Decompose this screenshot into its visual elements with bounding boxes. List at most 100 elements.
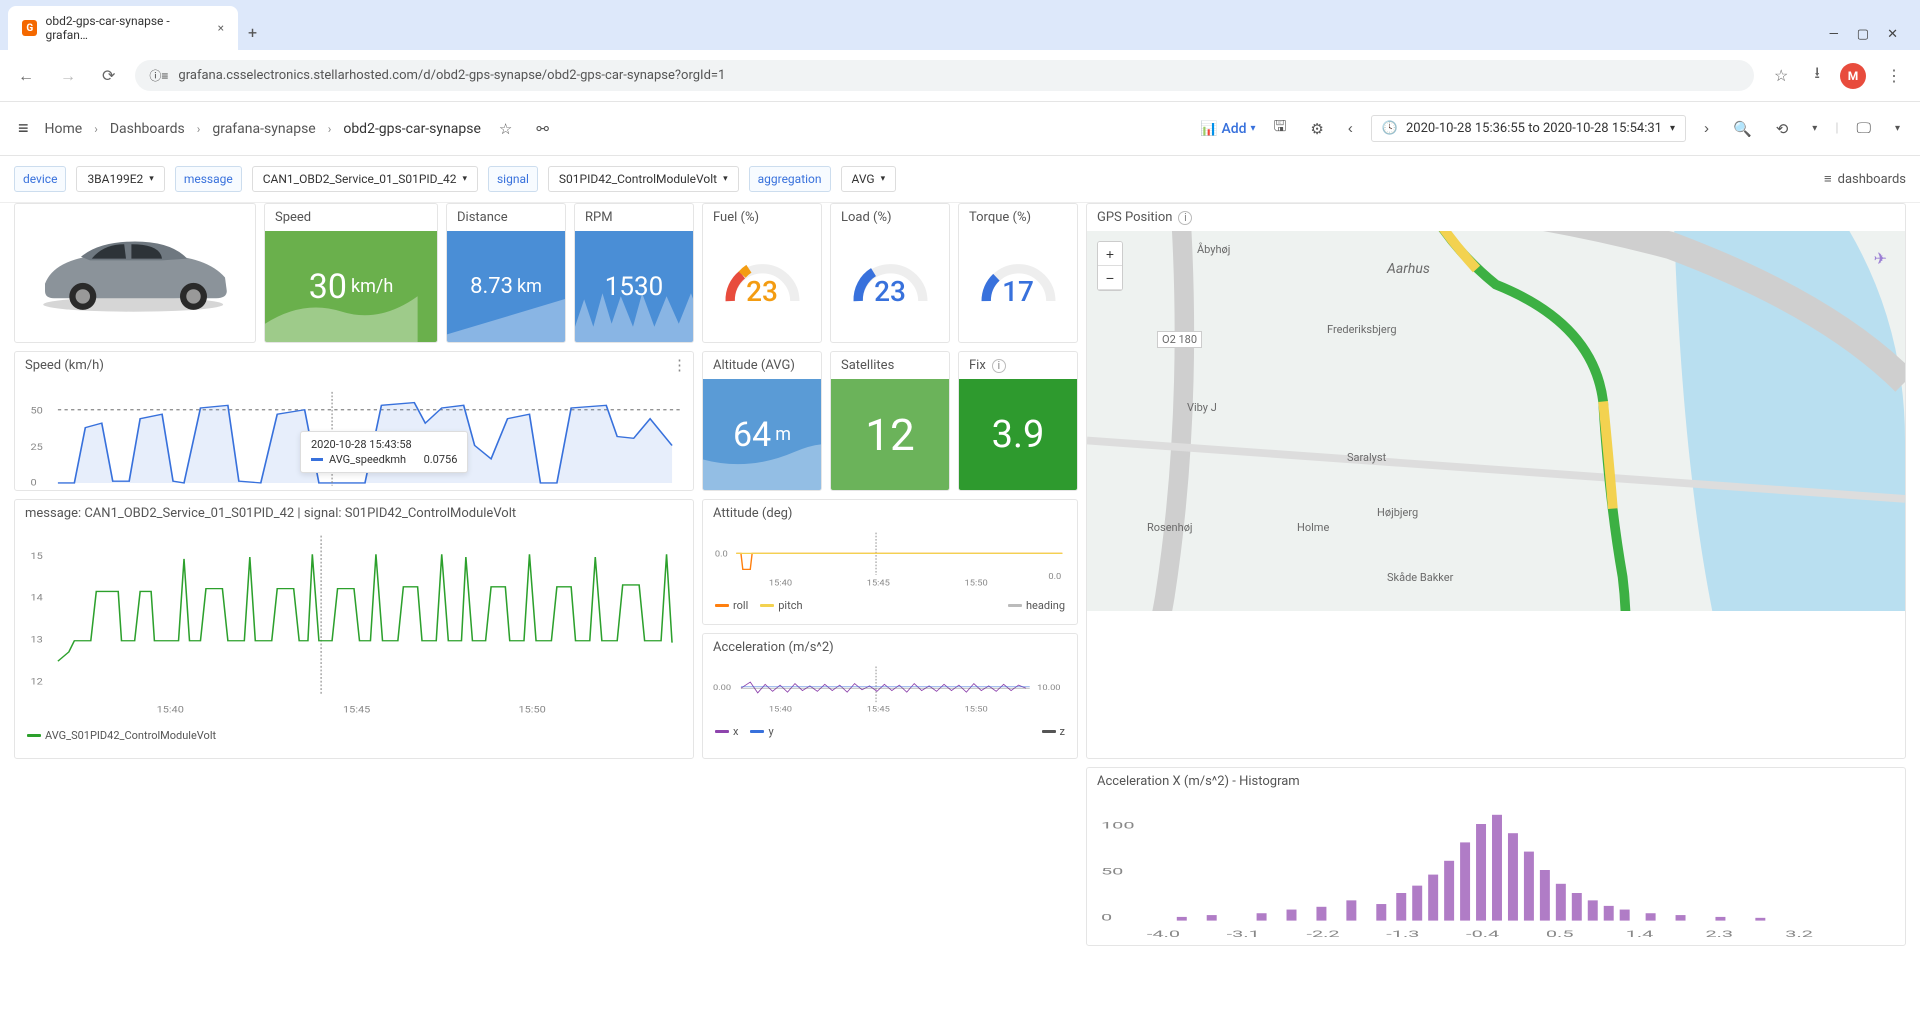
map-canvas[interactable]: + − Åbyhøj Aarhus Frederiksbjerg Viby J … [1087,231,1905,611]
panel-speed-chart[interactable]: Speed (km/h) ⋮ 0 25 50 15:40 15:45 15:50… [14,351,694,491]
url-input[interactable]: ⓘ≡ grafana.csselectronics.stellarhosted.… [135,60,1754,91]
maximize-icon[interactable]: ▢ [1857,27,1869,42]
var-device-select[interactable]: 3BA199E2▾ [76,166,164,192]
zoom-in-button[interactable]: + [1098,242,1122,266]
panel-title: Fuel (%) [703,204,821,231]
var-label-message: message [175,166,242,192]
map-zoom-control: + − [1097,241,1123,291]
chevron-icon: › [328,122,332,136]
panel-acceleration[interactable]: Acceleration (m/s^2) 0.00 10.00 15:40 15… [702,633,1078,759]
refresh-icon[interactable]: ⟲ [1770,116,1795,142]
panel-title: Attitude (deg) [703,500,1077,527]
panel-title: Fix [969,358,986,373]
panel-satellites[interactable]: Satellites 12 [830,351,950,491]
back-icon[interactable]: ← [12,62,40,90]
svg-text:15:50: 15:50 [519,490,547,491]
svg-text:15:50: 15:50 [965,579,988,587]
legend-label: z [1060,725,1065,738]
close-window-icon[interactable]: ✕ [1887,27,1898,42]
svg-text:0.00: 0.00 [713,683,731,692]
var-message-select[interactable]: CAN1_OBD2_Service_01_S01PID_42▾ [252,166,478,192]
share-button[interactable]: ⚯ [530,116,555,142]
stat-value: 3.9 [992,413,1045,457]
svg-text:12: 12 [30,677,43,687]
save-button[interactable]: 🖫 [1268,112,1293,145]
info-icon[interactable]: i [1178,211,1192,225]
map-label: Skåde Bakker [1387,571,1453,584]
time-back-icon[interactable]: ‹ [1342,116,1359,141]
zoom-out-button[interactable]: − [1098,266,1122,290]
panel-rpm[interactable]: RPM 1530 [574,203,694,343]
menu-icon[interactable]: ≡ [14,114,33,143]
crumb-home[interactable]: Home [45,121,83,137]
panel-altitude[interactable]: Altitude (AVG) 64 m [702,351,822,491]
minimize-icon[interactable]: — [1829,27,1839,42]
var-signal-select[interactable]: S01PID42_ControlModuleVolt▾ [548,166,739,192]
reload-icon[interactable]: ⟳ [96,62,121,89]
profile-avatar[interactable]: M [1840,63,1866,89]
bookmark-icon[interactable]: ☆ [1768,62,1794,89]
zoom-out-icon[interactable]: 🔍 [1727,116,1758,142]
add-panel-button[interactable]: 📊 Add ▾ [1200,121,1256,137]
svg-text:0.0: 0.0 [1048,573,1061,582]
panel-title: RPM [575,204,693,231]
tooltip-time: 2020-10-28 15:43:58 [311,438,457,451]
chevron-down-icon[interactable]: ▾ [1889,119,1906,138]
address-bar: ← → ⟳ ⓘ≡ grafana.csselectronics.stellarh… [0,50,1920,102]
airport-icon: ✈ [1874,249,1887,268]
svg-text:-0.4: -0.4 [1466,929,1500,939]
close-icon[interactable]: × [218,21,224,35]
legend-label: y [768,725,773,738]
panel-title: Speed (km/h) [15,352,693,379]
forward-icon[interactable]: → [54,62,82,90]
svg-text:15: 15 [30,552,43,562]
panel-menu-icon[interactable]: ⋮ [672,356,687,374]
crumb-page[interactable]: obd2-gps-car-synapse [343,121,481,137]
panel-fuel[interactable]: Fuel (%) 23 [702,203,822,343]
var-label-signal: signal [488,166,538,192]
browser-tab-strip: G obd2-gps-car-synapse - grafan… × + — ▢… [0,0,1920,50]
window-controls: — ▢ ✕ [1815,19,1912,50]
panel-histogram[interactable]: Acceleration X (m/s^2) - Histogram 0 50 … [1086,767,1906,946]
panel-torque[interactable]: Torque (%) 17 [958,203,1078,343]
middle-stack: Attitude (deg) 0.0 0.0 15:40 15:45 15:50… [702,499,1078,759]
crumb-folder[interactable]: grafana-synapse [212,121,315,137]
site-info-icon[interactable]: ⓘ≡ [149,67,168,84]
bar-chart-icon: 📊 [1200,121,1217,137]
crumb-dashboards[interactable]: Dashboards [110,121,185,137]
tv-mode-icon[interactable]: 🖵 [1851,116,1877,141]
variable-row: device 3BA199E2▾ message CAN1_OBD2_Servi… [0,156,1920,203]
panel-distance[interactable]: Distance 8.73 km [446,203,566,343]
browser-tab[interactable]: G obd2-gps-car-synapse - grafan… × [8,6,238,50]
map-label: Viby J [1187,401,1217,414]
time-forward-icon[interactable]: › [1698,116,1715,141]
var-aggregation-select[interactable]: AVG▾ [841,166,897,192]
new-tab-button[interactable]: + [238,15,267,50]
settings-icon[interactable]: ⚙ [1304,116,1329,142]
dashboards-link[interactable]: ≡ dashboards [1824,171,1906,187]
time-range-picker[interactable]: 🕓 2020-10-28 15:36:55 to 2020-10-28 15:5… [1371,115,1686,142]
chevron-down-icon: ▾ [881,174,886,184]
svg-text:2.3: 2.3 [1705,929,1733,939]
map-label: Holme [1297,521,1329,534]
svg-text:15:50: 15:50 [519,705,547,715]
road-shield: O2 180 [1157,331,1202,348]
panel-gps-map[interactable]: GPS Position i + − Åbyhøj Aarhus Frederi… [1086,203,1906,759]
kebab-icon[interactable]: ⋮ [1880,62,1908,89]
chevron-icon: › [197,122,201,136]
svg-text:15:45: 15:45 [343,705,371,715]
star-button[interactable]: ☆ [493,116,518,142]
panel-load[interactable]: Load (%) 23 [830,203,950,343]
panel-speed[interactable]: Speed 30 km/h [264,203,438,343]
svg-text:0: 0 [30,478,37,488]
panel-attitude[interactable]: Attitude (deg) 0.0 0.0 15:40 15:45 15:50… [702,499,1078,625]
legend-label: x [733,725,738,738]
svg-text:1.4: 1.4 [1626,929,1654,939]
info-icon[interactable]: i [992,359,1006,373]
stat-value: 12 [865,409,914,461]
svg-text:50: 50 [30,406,43,416]
panel-volt-chart[interactable]: message: CAN1_OBD2_Service_01_S01PID_42 … [14,499,694,759]
downloads-icon[interactable]: ⭳ [1808,58,1826,93]
panel-fix[interactable]: Fix i 3.9 [958,351,1078,491]
refresh-interval-dropdown[interactable]: ▾ [1806,119,1823,138]
